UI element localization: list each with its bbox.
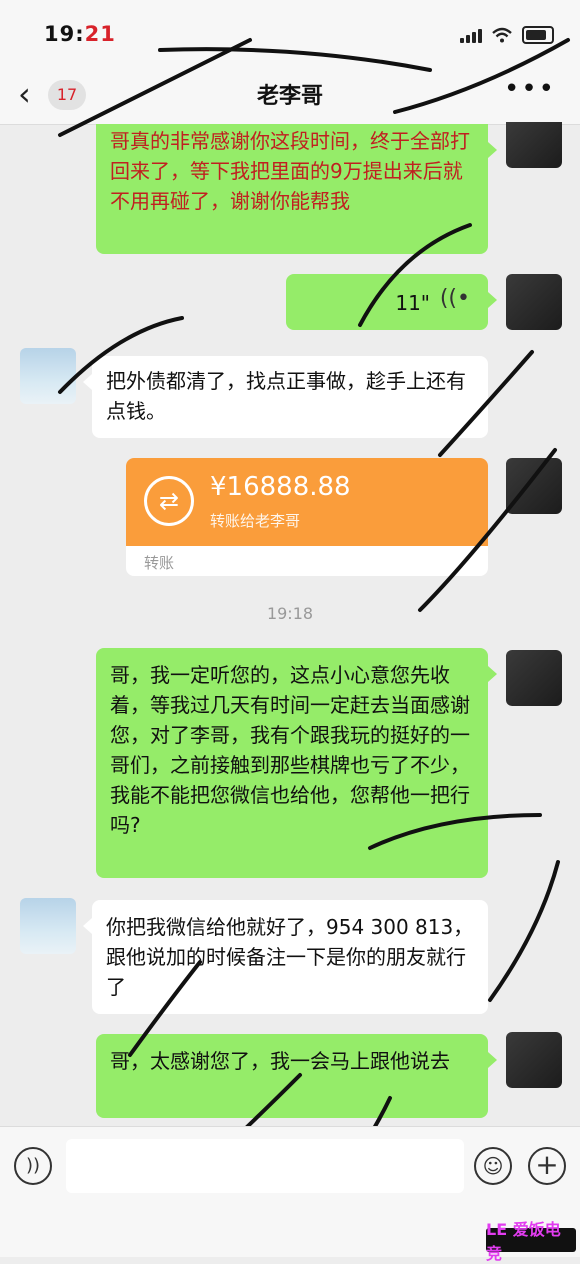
battery-icon [522,26,554,44]
status-time-hours: 19: [44,22,85,46]
transfer-arrows-icon: ⇄ [144,476,194,526]
cellular-signal-icon [460,27,482,43]
message-text: 哥真的非常感谢你这段时间，终于全部打回来了，等下我把里面的9万提出来后就不用再碰… [110,129,470,213]
status-time-minutes: 21 [84,22,116,46]
voice-input-icon[interactable]: )) [14,1147,52,1185]
transfer-card-body: ⇄ ¥16888.88 转账给老李哥 [126,458,488,546]
voice-duration: 11" [395,291,430,315]
watermark-logo: LE 爱饭电竞 [486,1220,576,1263]
voice-wave-icon: ((• [439,286,470,311]
chat-header: ‹ 17 老李哥 ••• [0,70,580,125]
contact-avatar[interactable] [20,898,76,954]
my-avatar[interactable] [506,650,562,706]
status-icons [460,26,554,44]
my-avatar[interactable] [506,122,562,168]
message-text: 哥，太感谢您了，我一会马上跟他说去 [110,1049,450,1073]
message-bubble-incoming[interactable]: 把外债都清了，找点正事做，趁手上还有点钱。 [83,356,488,438]
my-avatar[interactable] [506,1032,562,1088]
chat-title: 老李哥 [256,84,323,109]
message-text: 把外债都清了，找点正事做，趁手上还有点钱。 [106,369,466,423]
message-text: 你把我微信给他就好了，954 300 813，跟他说加的时候备注一下是你的朋友就… [106,915,474,999]
plus-icon[interactable]: + [528,1147,566,1185]
my-avatar[interactable] [506,458,562,514]
transfer-footer: 转账 [144,554,175,572]
message-input[interactable] [66,1139,464,1193]
transfer-card[interactable]: ⇄ ¥16888.88 转账给老李哥 转账 [126,458,488,576]
watermark-text: LE 爱饭电竞 [486,1220,561,1263]
my-avatar[interactable] [506,274,562,330]
message-bubble-incoming[interactable]: 你把我微信给他就好了，954 300 813，跟他说加的时候备注一下是你的朋友就… [83,900,488,1014]
voice-message-bubble[interactable]: 11" ((• [286,274,497,330]
message-bubble-outgoing[interactable]: 哥真的非常感谢你这段时间，终于全部打回来了，等下我把里面的9万提出来后就不用再碰… [96,124,497,254]
status-time: 19:21 [44,22,116,46]
transfer-amount: ¥16888.88 [210,472,351,502]
wifi-icon [492,27,512,43]
status-bar: 19:21 [0,0,580,70]
message-bubble-outgoing[interactable]: 哥，太感谢您了，我一会马上跟他说去 [96,1034,497,1118]
contact-avatar[interactable] [20,348,76,404]
transfer-description: 转账给老李哥 [210,512,301,530]
more-options-icon[interactable]: ••• [504,74,556,104]
message-text: 哥，我一定听您的，这点小心意您先收着，等我过几天有时间一定赶去当面感谢您，对了李… [110,663,470,837]
message-bubble-outgoing[interactable]: 哥，我一定听您的，这点小心意您先收着，等我过几天有时间一定赶去当面感谢您，对了李… [96,648,497,878]
message-timestamp: 19:18 [266,604,314,623]
emoji-icon[interactable]: ☺ [474,1147,512,1185]
